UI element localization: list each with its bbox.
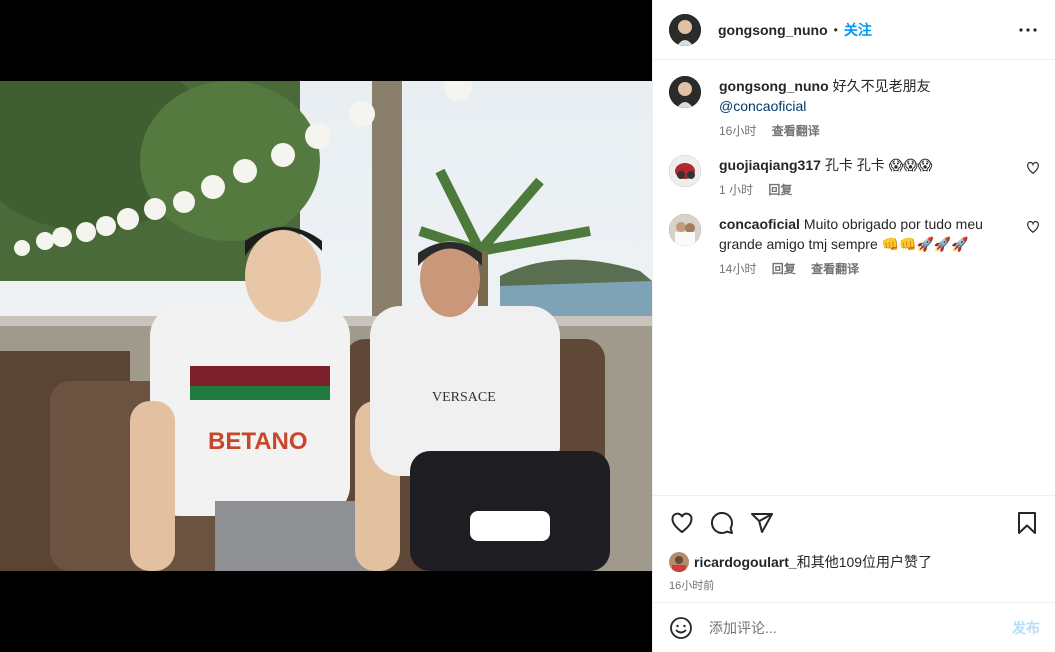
comment-text: 孔卡 孔卡 😱😱😱 — [824, 157, 933, 173]
likes-summary: ricardogoulart_和其他109位用户赞了 — [669, 552, 1040, 572]
comment-item: guojiaqiang317 孔卡 孔卡 😱😱😱 1 小时 回复 — [669, 155, 1040, 198]
emoji-icon[interactable] — [669, 616, 693, 640]
post-header: gongsong_nuno • 关注 — [653, 0, 1055, 60]
comment-heart-icon[interactable] — [1026, 220, 1040, 234]
comment-heart-icon[interactable] — [1026, 161, 1040, 175]
action-icons — [669, 510, 1040, 536]
caption-translate-button[interactable]: 查看翻译 — [772, 124, 820, 138]
author-username[interactable]: gongsong_nuno — [718, 22, 828, 38]
heart-icon[interactable] — [669, 510, 695, 536]
reply-button[interactable]: 回复 — [768, 183, 792, 197]
separator-dot: • — [833, 22, 838, 37]
caption-avatar[interactable] — [669, 76, 701, 108]
comment-icon[interactable] — [709, 510, 735, 536]
svg-text:BETANO: BETANO — [208, 428, 308, 455]
liker-username[interactable]: ricardogoulart_ — [694, 554, 797, 570]
post-panel: gongsong_nuno • 关注 gongsong_nuno 好久不见老朋友 … — [652, 0, 1055, 652]
post-actions: ricardogoulart_和其他109位用户赞了 16小时前 — [653, 495, 1055, 593]
caption-time[interactable]: 16小时 — [719, 124, 756, 138]
post-timestamp[interactable]: 16小时前 — [669, 577, 1040, 593]
likes-text[interactable]: ricardogoulart_和其他109位用户赞了 — [694, 552, 932, 572]
caption-username[interactable]: gongsong_nuno — [719, 78, 829, 94]
comment-time[interactable]: 14小时 — [719, 262, 756, 276]
follow-button[interactable]: 关注 — [844, 20, 872, 40]
caption-mention[interactable]: @concaoficial — [719, 98, 806, 114]
media-pane: BETANO VERSACE — [0, 0, 652, 652]
translate-button[interactable]: 查看翻译 — [811, 262, 859, 276]
share-icon[interactable] — [749, 510, 775, 536]
comment-avatar[interactable] — [669, 155, 701, 187]
liker-avatar[interactable] — [669, 552, 689, 572]
bookmark-icon[interactable] — [1014, 510, 1040, 536]
author-avatar[interactable] — [669, 13, 701, 46]
post-photo[interactable]: BETANO VERSACE — [0, 81, 652, 571]
svg-text:VERSACE: VERSACE — [432, 390, 496, 405]
add-comment-bar: 发布 — [653, 602, 1055, 652]
comments-list: gongsong_nuno 好久不见老朋友 @concaoficial 16小时 … — [653, 60, 1055, 495]
reply-button[interactable]: 回复 — [772, 262, 796, 276]
comment-time[interactable]: 1 小时 — [719, 183, 753, 197]
comment-item: concaoficial Muito obrigado por tudo meu … — [669, 214, 1040, 277]
more-horizontal-icon[interactable] — [1016, 18, 1040, 42]
comment-input[interactable] — [709, 619, 1002, 636]
caption: gongsong_nuno 好久不见老朋友 @concaoficial 16小时 … — [669, 76, 1040, 139]
comment-avatar[interactable] — [669, 214, 701, 246]
post-image: BETANO VERSACE — [0, 81, 652, 571]
likes-suffix: 和其他109位用户赞了 — [796, 554, 933, 570]
comment-username[interactable]: concaoficial — [719, 216, 800, 232]
post-comment-button[interactable]: 发布 — [1012, 618, 1040, 638]
caption-text: 好久不见老朋友 — [832, 78, 931, 94]
comment-username[interactable]: guojiaqiang317 — [719, 157, 821, 173]
